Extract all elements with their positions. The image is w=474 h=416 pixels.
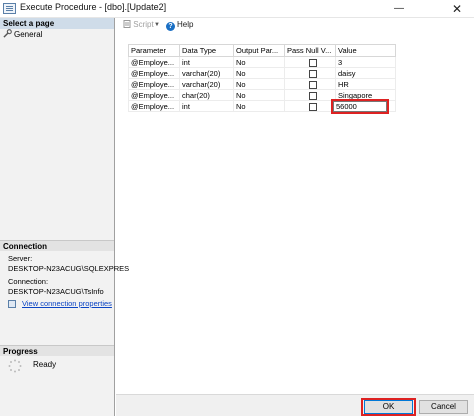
pass-null-cell <box>284 67 336 79</box>
script-dropdown-icon[interactable]: ▼ <box>154 22 160 28</box>
output-cell: No <box>233 67 285 79</box>
data-type-cell: int <box>179 100 234 112</box>
minimize-button[interactable]: — <box>382 0 416 18</box>
toolbar: Script ▼ ? Help <box>118 18 474 32</box>
value-cell[interactable]: Singapore <box>335 89 396 101</box>
server-label: Server: <box>8 254 33 263</box>
table-row[interactable]: @Employe... int No 3 <box>128 56 396 68</box>
window-icon <box>3 3 16 14</box>
pass-null-checkbox[interactable] <box>309 58 317 67</box>
output-cell: No <box>233 78 285 90</box>
parameter-cell: @Employe... <box>128 100 180 112</box>
view-connection-properties-link[interactable]: View connection properties <box>22 299 112 308</box>
button-bar: OK Cancel <box>116 394 474 416</box>
pass-null-cell <box>284 89 336 101</box>
output-cell: No <box>233 56 285 68</box>
column-header[interactable]: Parameter <box>128 44 180 57</box>
table-row[interactable]: @Employe... char(20) No Singapore <box>128 89 396 101</box>
pass-null-checkbox[interactable] <box>309 102 317 111</box>
script-icon <box>123 20 131 28</box>
output-cell: No <box>233 100 285 112</box>
page-item-general[interactable]: General <box>3 29 42 40</box>
help-label: Help <box>177 20 194 29</box>
connection-header: Connection <box>0 240 114 251</box>
value-cell[interactable]: 3 <box>335 56 396 68</box>
column-header[interactable]: Data Type <box>179 44 234 57</box>
wrench-icon <box>3 29 12 38</box>
link-icon <box>8 300 16 308</box>
connection-label: Connection: <box>8 277 49 286</box>
cancel-button[interactable]: Cancel <box>419 400 468 414</box>
left-pane: Select a page General Connection Server:… <box>0 18 129 416</box>
spinner-icon <box>8 359 22 373</box>
parameter-grid: Parameter Data Type Output Par... Pass N… <box>128 44 416 124</box>
pass-null-checkbox[interactable] <box>309 91 317 100</box>
pass-null-checkbox[interactable] <box>309 80 317 89</box>
value-cell[interactable]: daisy <box>335 67 396 79</box>
pass-null-cell <box>284 100 336 112</box>
data-type-cell: int <box>179 56 234 68</box>
progress-header: Progress <box>0 345 114 356</box>
column-header[interactable]: Value <box>335 44 396 57</box>
data-type-cell: varchar(20) <box>179 78 234 90</box>
parameter-cell: @Employe... <box>128 89 180 101</box>
pass-null-checkbox[interactable] <box>309 69 317 78</box>
parameter-cell: @Employe... <box>128 56 180 68</box>
table-row[interactable]: @Employe... varchar(20) No HR <box>128 78 396 90</box>
pass-null-cell <box>284 78 336 90</box>
parameter-cell: @Employe... <box>128 78 180 90</box>
progress-status: Ready <box>33 360 57 369</box>
script-button[interactable]: Script <box>123 20 154 29</box>
select-page-header: Select a page <box>0 18 114 29</box>
output-cell: No <box>233 89 285 101</box>
close-button[interactable]: ✕ <box>440 0 474 18</box>
value-edit-input[interactable] <box>333 101 387 112</box>
pass-null-cell <box>284 56 336 68</box>
help-button[interactable]: ? Help <box>166 20 193 31</box>
parameter-cell: @Employe... <box>128 67 180 79</box>
window-title: Execute Procedure - [dbo].[Update2] <box>20 2 167 12</box>
ok-button[interactable]: OK <box>364 400 413 414</box>
help-icon: ? <box>166 22 175 31</box>
data-type-cell: varchar(20) <box>179 67 234 79</box>
column-header[interactable]: Pass Null V... <box>284 44 336 57</box>
value-cell[interactable]: HR <box>335 78 396 90</box>
table-row[interactable]: @Employe... varchar(20) No daisy <box>128 67 396 79</box>
table-header-row: Parameter Data Type Output Par... Pass N… <box>128 44 396 57</box>
script-label: Script <box>133 20 154 29</box>
title-bar: Execute Procedure - [dbo].[Update2] — ✕ <box>0 0 474 18</box>
data-type-cell: char(20) <box>179 89 234 101</box>
connection-value: DESKTOP-N23ACUG\TsInfo <box>8 287 104 296</box>
page-item-label: General <box>14 30 43 39</box>
column-header[interactable]: Output Par... <box>233 44 285 57</box>
server-value: DESKTOP-N23ACUG\SQLEXPRES <box>8 264 130 273</box>
